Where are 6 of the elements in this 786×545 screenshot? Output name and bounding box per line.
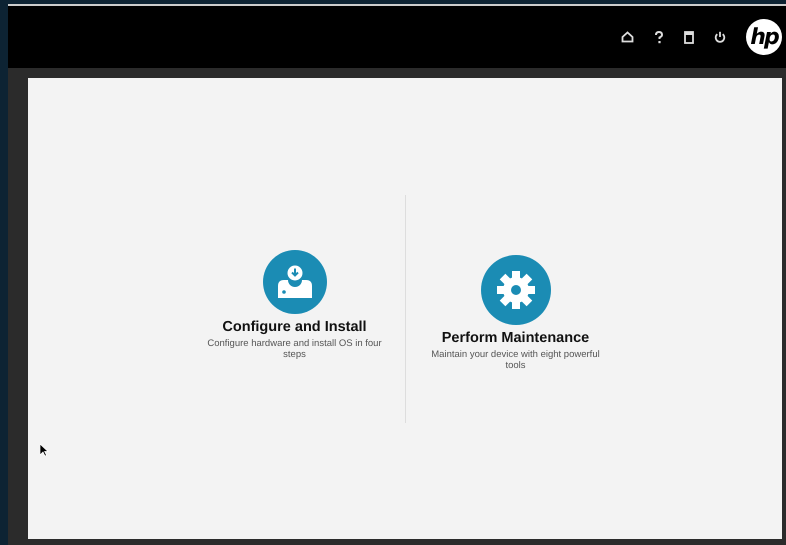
- option-description: Maintain your device with eight powerful tools: [430, 349, 601, 372]
- mouse-cursor-icon: [40, 444, 49, 457]
- option-title[interactable]: Configure and Install: [222, 320, 367, 336]
- option-title[interactable]: Perform Maintenance: [442, 331, 590, 348]
- option-description: Configure hardware and install OS in four steps: [206, 338, 383, 361]
- hp-logo: hp: [746, 19, 782, 55]
